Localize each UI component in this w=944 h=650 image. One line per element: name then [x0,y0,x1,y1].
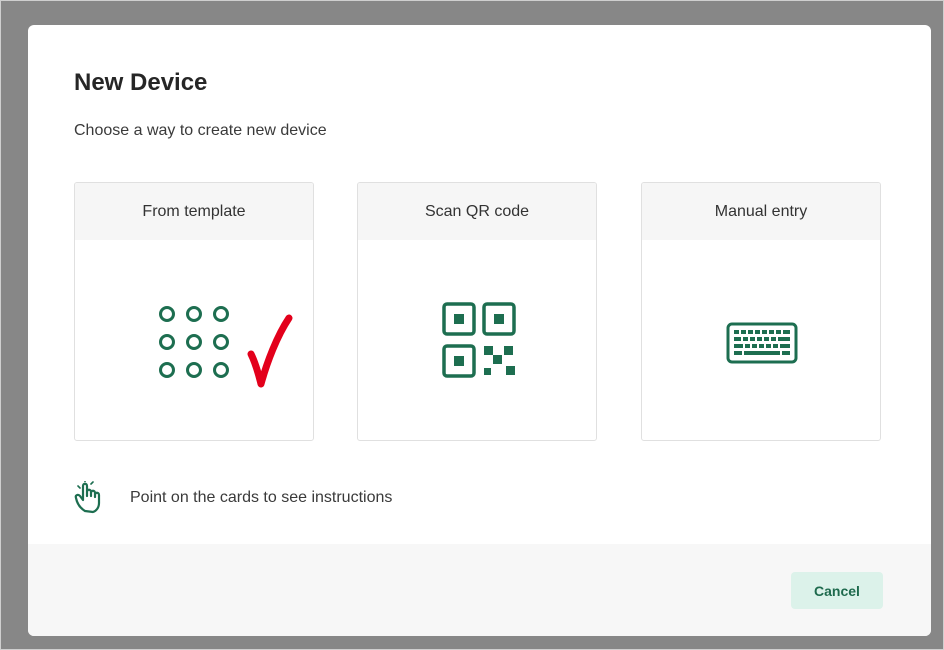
card-label: From template [142,202,246,220]
card-body [358,240,596,440]
new-device-dialog: New Device Choose a way to create new de… [28,25,931,636]
card-label: Manual entry [714,202,808,220]
card-header: Manual entry [642,183,880,240]
card-label: Scan QR code [424,202,530,220]
cancel-button[interactable]: Cancel [791,572,883,609]
hint-text: Point on the cards to see instructions [130,489,393,506]
card-header: From template [75,183,313,240]
card-body [642,240,880,440]
card-header: Scan QR code [358,183,596,240]
pointing-hand-icon [74,481,101,514]
hint-row: Point on the cards to see instructions [74,481,392,515]
dialog-title: New Device [74,69,208,96]
dialog-subtitle: Choose a way to create new device [74,122,327,139]
card-body [75,240,313,440]
dialog-footer: Cancel [28,544,931,636]
keyboard-icon [726,322,798,364]
card-from-template[interactable]: From template [74,182,314,441]
card-scan-qr-code[interactable]: Scan QR code [357,182,597,441]
card-manual-entry[interactable]: Manual entry [641,182,881,441]
red-check-mark-icon [247,314,293,388]
grid-dots-icon [159,306,229,378]
qr-code-icon [442,302,516,378]
